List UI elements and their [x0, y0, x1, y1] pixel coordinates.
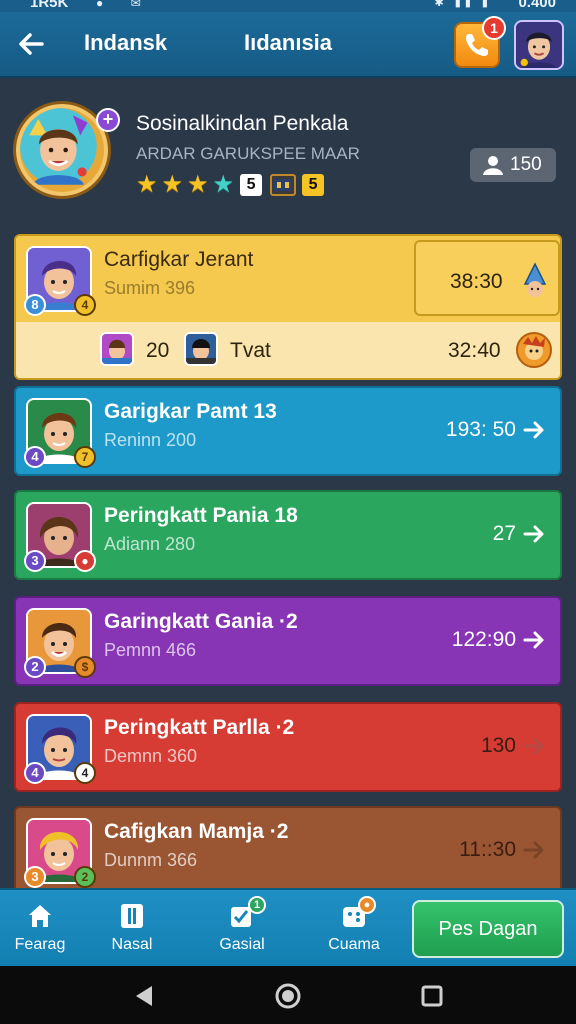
nav-badge: ● — [358, 896, 376, 914]
list-icon — [121, 904, 143, 928]
player-score: 27 — [492, 522, 516, 545]
add-icon[interactable]: + — [96, 108, 120, 132]
rank-badge: 4 — [24, 762, 46, 784]
followers-count: 150 — [510, 154, 542, 175]
level-box: 5 — [240, 174, 263, 196]
call-button[interactable]: 1 — [454, 16, 506, 68]
player-subtitle: Reninn 200 — [104, 430, 197, 450]
player-subtitle: Adiann 280 — [104, 534, 196, 554]
profile-portrait-icon — [20, 108, 97, 185]
treasure-icon — [270, 174, 297, 196]
notification-badge: 1 — [482, 16, 506, 40]
player-name: Carfigkar Jerant — [104, 248, 254, 271]
back-triangle-icon[interactable] — [130, 982, 158, 1010]
leaderboard-row[interactable]: 3 2 Cafigkan Mamja ·2 Dunnm 366 11::30 — [14, 806, 562, 896]
rank-badge: 4 — [24, 446, 46, 468]
header-tab-title[interactable]: Indansk — [84, 30, 167, 56]
arrow-left-icon[interactable] — [14, 26, 50, 62]
notification-icons: ● ✉ — [96, 0, 153, 10]
rank-badge: 2 — [24, 656, 46, 678]
player-name: Peringkatt Pania 18 — [104, 504, 298, 527]
status-right-text: 0.400 — [518, 0, 556, 11]
player-subtitle: Dunnm 366 — [104, 850, 198, 870]
header-page-title: Iıdanısia — [244, 30, 333, 55]
leaderboard-row[interactable]: 4 7 Garigkar Pamt 13 Reninn 200 193: 50 — [14, 386, 562, 476]
arrow-right-icon[interactable] — [522, 838, 546, 862]
recents-square-icon[interactable] — [418, 982, 446, 1010]
star-icon: ★ — [136, 171, 158, 198]
system-navigation-bar — [0, 966, 576, 1024]
featured-bottom: 20 Tvat 32:40 — [16, 322, 560, 378]
avatar-portrait-icon — [516, 22, 562, 68]
medal-badge: 4 — [74, 762, 96, 784]
profile-section: + Sosinalkindan Penkala ARDAR GARUKSPEE … — [0, 80, 576, 230]
opponent-name: Tvat — [230, 339, 271, 362]
signal-icons: ✱ ▮▮ ▮ — [434, 0, 492, 9]
medal-badge: 4 — [74, 294, 96, 316]
profile-name: Sosinalkindan Penkala — [136, 112, 349, 135]
status-left-text: 1R5K — [30, 0, 69, 11]
nav-label: Cuama — [328, 936, 380, 953]
arrow-right-icon[interactable] — [522, 418, 546, 442]
player-score: 122:90 — [451, 628, 516, 651]
status-bar: 1R5K ● ✉ ✱ ▮▮ ▮ 0.400 — [0, 0, 576, 12]
featured-top: 8 4 Carfigkar Jerant Sumim 396 38:30 — [16, 236, 560, 322]
leaderboard-featured-card[interactable]: 8 4 Carfigkar Jerant Sumim 396 38:30 20 … — [14, 234, 562, 380]
person-icon — [483, 156, 503, 175]
followers-badge[interactable]: 150 — [470, 148, 556, 182]
arrow-right-icon[interactable] — [522, 734, 546, 758]
star-icon: ★ — [161, 171, 184, 198]
primary-action-button[interactable]: Pes Dagan — [412, 900, 564, 958]
player-name: Peringkatt Parlla ·2 — [104, 716, 295, 739]
app-header: Indansk Iıdanısia 1 — [0, 12, 576, 78]
profile-avatar[interactable] — [16, 104, 108, 196]
star-icon: ★ — [187, 171, 209, 198]
medal-badge: $ — [74, 656, 96, 678]
leaderboard-row[interactable]: 3 ● Peringkatt Pania 18 Adiann 280 27 — [14, 490, 562, 580]
opponent-avatar — [100, 332, 134, 366]
nav-item-games[interactable]: ● Cuama — [304, 890, 404, 966]
nav-badge: 1 — [248, 896, 266, 914]
nav-label: Nasal — [111, 936, 153, 953]
leaderboard-row[interactable]: 2 $ Garingkatt Gania ·2 Pemnn 466 122:90 — [14, 596, 562, 686]
rank-badge: 3 — [24, 866, 46, 888]
player-subtitle: Pemnn 466 — [104, 640, 197, 660]
rank-badge: 8 — [24, 294, 46, 316]
arrow-right-icon[interactable] — [522, 522, 546, 546]
player-name: Garingkatt Gania ·2 — [104, 610, 298, 633]
player-score: 193: 50 — [445, 418, 516, 441]
opponent-score: 32:40 — [448, 339, 501, 362]
star-teal-icon: ★ — [212, 171, 235, 198]
bottom-navigation: Fearag Nasal 1 Gasial ● Cuama Pes Dagan — [0, 888, 576, 966]
rating-row: ★ ★ ★ ★ 5 5 — [136, 171, 325, 198]
character-icon — [516, 332, 552, 368]
opponent2-avatar — [184, 332, 218, 366]
medal-badge: ● — [74, 550, 96, 572]
wizard-icon — [523, 262, 547, 297]
leaderboard-row[interactable]: 4 4 Peringkatt Parlla ·2 Demnn 360 130 — [14, 702, 562, 792]
player-score: 11::30 — [459, 838, 516, 861]
medal-badge: 7 — [74, 446, 96, 468]
level-box-gold: 5 — [302, 174, 325, 196]
player-name: Garigkar Pamt 13 — [104, 400, 277, 423]
home-circle-icon[interactable] — [274, 982, 302, 1010]
player-score: 130 — [480, 734, 516, 757]
player-subtitle: Sumim 396 — [104, 278, 196, 298]
player-score: 38:30 — [450, 270, 503, 293]
profile-subtitle: ARDAR GARUKSPEE MAAR — [136, 144, 360, 163]
rank-badge: 3 — [24, 550, 46, 572]
arrow-right-icon[interactable] — [522, 628, 546, 652]
nav-label: Fearag — [14, 936, 66, 953]
score-box: 38:30 — [414, 240, 560, 316]
medal-badge: 2 — [74, 866, 96, 888]
nav-item-list[interactable]: Nasal — [82, 890, 182, 966]
home-icon — [29, 905, 51, 927]
nav-item-home[interactable]: Fearag — [0, 890, 90, 966]
opponent-number: 20 — [146, 339, 170, 362]
player-name: Cafigkan Mamja ·2 — [104, 820, 289, 843]
user-avatar[interactable] — [514, 20, 564, 70]
nav-item-tasks[interactable]: 1 Gasial — [192, 890, 292, 966]
nav-label: Gasial — [219, 936, 265, 953]
player-subtitle: Demnn 360 — [104, 746, 198, 766]
